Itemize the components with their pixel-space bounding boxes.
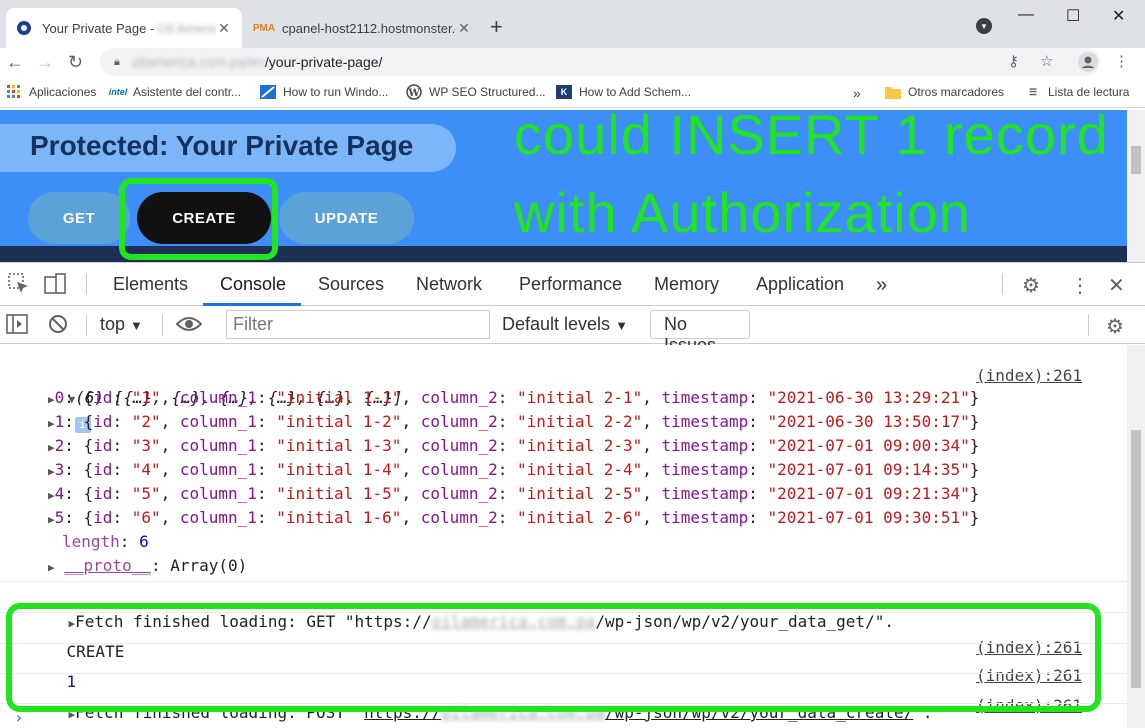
- new-tab-button[interactable]: +: [490, 14, 503, 40]
- window-close-icon[interactable]: ✕: [1112, 6, 1125, 26]
- folder-icon: [885, 85, 901, 99]
- more-bookmarks-icon[interactable]: »: [853, 85, 861, 101]
- kebab-menu-icon[interactable]: ⋮: [1070, 273, 1090, 298]
- profile-icon[interactable]: [1078, 52, 1098, 76]
- update-button[interactable]: UPDATE: [279, 192, 414, 244]
- star-icon[interactable]: ☆: [1040, 52, 1053, 70]
- tab-search-icon[interactable]: ▾: [976, 18, 992, 34]
- menu-dots-icon[interactable]: ⋮: [1114, 52, 1129, 70]
- bookmark-wp-seo[interactable]: W WP SEO Structured...: [406, 84, 545, 100]
- tab-title: cpanel-host2112.hostmonster.co: [282, 20, 456, 36]
- array-item-row[interactable]: ▶4: {id: "5", column_1: "initial 1-5", c…: [0, 482, 1127, 506]
- close-devtools-icon[interactable]: ✕: [1108, 273, 1125, 298]
- array-item-row[interactable]: ▶5: {id: "6", column_1: "initial 1-6", c…: [0, 506, 1127, 530]
- back-icon[interactable]: ←: [6, 52, 24, 73]
- reading-list-icon: ☰: [1028, 86, 1038, 97]
- tab-console[interactable]: Console: [220, 274, 286, 295]
- tab-memory[interactable]: Memory: [654, 274, 719, 295]
- forward-icon[interactable]: →: [36, 52, 54, 73]
- tab-performance[interactable]: Performance: [519, 274, 622, 295]
- devtools-tab-bar: Elements Console Sources Network Perform…: [0, 262, 1145, 306]
- tab-title: Your Private Page - Oil America: [42, 20, 216, 36]
- filter-input[interactable]: Filter: [226, 310, 490, 339]
- sidebar-toggle-icon[interactable]: [6, 314, 28, 339]
- console-settings-icon[interactable]: ⚙: [1106, 314, 1124, 339]
- console-toolbar: top ▼ Filter Default levels ▼ No Issues …: [0, 306, 1145, 355]
- annotation-text-line1: could INSERT 1 record: [514, 110, 1109, 166]
- tab-elements[interactable]: Elements: [113, 274, 188, 295]
- bookmark-intel[interactable]: intel Asistente del contr...: [108, 85, 241, 99]
- array-item-row[interactable]: ▶0: {id: "1", column_1: "initial 1-1", c…: [0, 386, 1127, 410]
- globe-icon: [16, 20, 32, 36]
- key-icon[interactable]: ⚷: [1008, 52, 1019, 70]
- lock-icon: 🔒︎: [114, 55, 120, 68]
- tab-sources[interactable]: Sources: [318, 274, 384, 295]
- array-item-row[interactable]: ▶2: {id: "3", column_1: "initial 1-3", c…: [0, 434, 1127, 458]
- address-bar[interactable]: 🔒︎ oilamerica.com.pa/en /your-private-pa…: [100, 48, 1100, 76]
- page-scrollbar[interactable]: [1127, 110, 1145, 262]
- bookmarks-bar: Aplicaciones intel Asistente del contr..…: [0, 80, 1145, 108]
- tab-cpanel[interactable]: PMA cpanel-host2112.hostmonster.co ✕: [246, 8, 482, 48]
- apps-grid-icon: [6, 85, 22, 99]
- reload-icon[interactable]: ↻: [68, 52, 83, 73]
- pma-icon: PMA: [252, 22, 276, 34]
- web-page-viewport: Protected: Your Private Page GET CREATE …: [0, 110, 1127, 262]
- console-scrollbar[interactable]: [1127, 345, 1145, 728]
- eye-icon[interactable]: [175, 314, 203, 339]
- issues-button[interactable]: No Issues: [650, 310, 750, 355]
- page-title: Protected: Your Private Page: [30, 130, 414, 161]
- get-button[interactable]: GET: [28, 192, 130, 244]
- log-levels-dropdown[interactable]: Default levels ▼: [502, 314, 628, 335]
- bookmark-apps[interactable]: Aplicaciones: [6, 85, 96, 99]
- url-domain: oilamerica.com.pa/en: [131, 54, 265, 70]
- maximize-icon[interactable]: ☐: [1066, 6, 1080, 26]
- array-length: length: 6: [62, 532, 149, 551]
- array-proto[interactable]: ▶ __proto__: Array(0): [0, 554, 1127, 578]
- url-path: /your-private-page/: [264, 54, 383, 70]
- wordpress-icon: W: [406, 84, 422, 100]
- tab-your-private-page[interactable]: Your Private Page - Oil America ✕: [6, 8, 242, 48]
- array-summary[interactable]: ▼(6) [{…}, {…}, {…}, {…}, {…}, {…}] i: [0, 362, 1127, 433]
- bookmark-other[interactable]: Otros marcadores: [885, 85, 1004, 99]
- close-icon[interactable]: ✕: [216, 20, 232, 37]
- bookmark-schema[interactable]: K How to Add Schem...: [556, 85, 691, 99]
- array-item-row[interactable]: ▶3: {id: "4", column_1: "initial 1-4", c…: [0, 458, 1127, 482]
- bookmark-windows[interactable]: How to run Windo...: [260, 85, 388, 99]
- inspect-element-icon[interactable]: [8, 273, 30, 301]
- annotation-highlight-console: [6, 603, 1101, 712]
- k-icon: K: [556, 85, 572, 99]
- more-tabs-icon[interactable]: »: [876, 274, 887, 297]
- browser-toolbar: ← → ↻ 🔒︎ oilamerica.com.pa/en /your-priv…: [0, 48, 1145, 78]
- blue-arrow-icon: [260, 85, 276, 99]
- annotation-text-line2: with Authorization: [514, 181, 971, 244]
- svg-text:W: W: [407, 88, 420, 99]
- intel-icon: intel: [108, 87, 128, 97]
- context-select[interactable]: top ▼: [100, 314, 143, 335]
- gear-icon[interactable]: ⚙: [1022, 273, 1040, 298]
- device-toolbar-icon[interactable]: [44, 273, 66, 301]
- close-icon[interactable]: ✕: [456, 20, 472, 37]
- bookmark-reading-list[interactable]: ☰ Lista de lectura: [1025, 85, 1129, 99]
- tab-application[interactable]: Application: [756, 274, 844, 295]
- minimize-icon[interactable]: —: [1018, 6, 1034, 24]
- array-item-row[interactable]: ▶1: {id: "2", column_1: "initial 1-2", c…: [0, 410, 1127, 434]
- browser-tab-strip: Your Private Page - Oil America ✕ PMA cp…: [0, 0, 1145, 48]
- annotation-highlight-create: [119, 178, 278, 260]
- tab-network[interactable]: Network: [416, 274, 482, 295]
- clear-console-icon[interactable]: [48, 314, 68, 339]
